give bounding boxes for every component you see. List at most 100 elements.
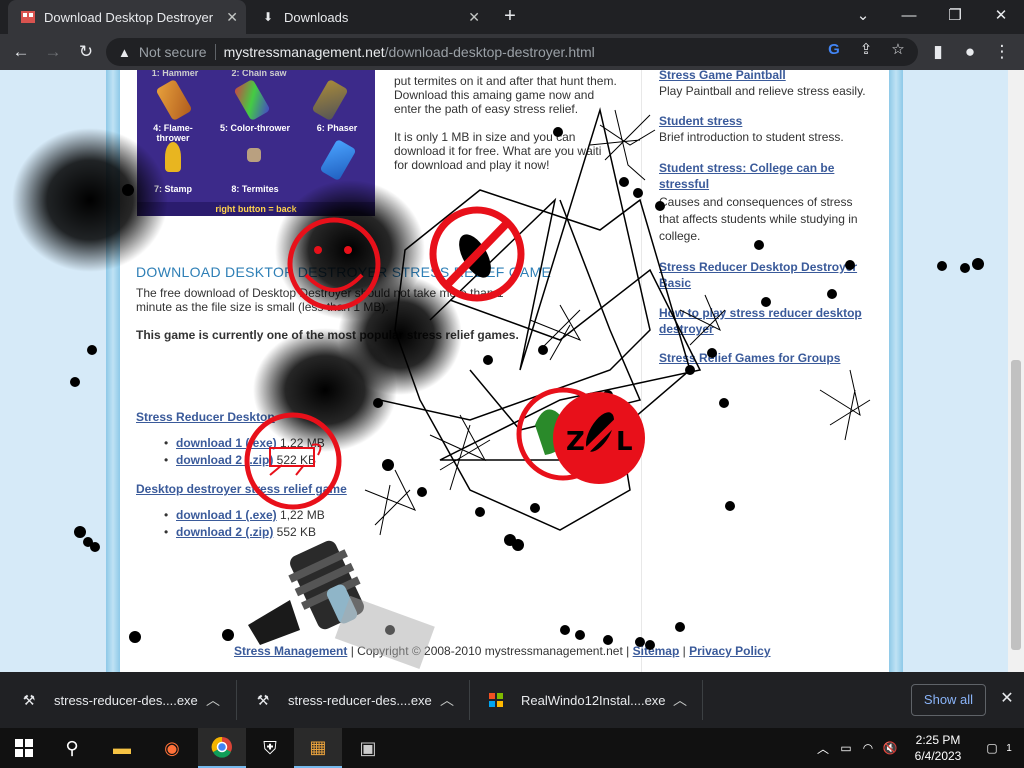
- download-item[interactable]: ⚒ stress-reducer-des....exe ︿: [254, 672, 454, 728]
- footer: Stress Management | Copyright © 2008-201…: [234, 644, 771, 658]
- download-link[interactable]: download 2 (.zip): [176, 525, 273, 539]
- profile-icon[interactable]: ●: [958, 40, 982, 64]
- notifications-icon[interactable]: ▢: [982, 728, 1002, 768]
- chevron-up-icon[interactable]: ︿: [206, 690, 220, 710]
- download-link[interactable]: download 1 (.exe): [176, 508, 277, 522]
- page-viewport: 1: Hammer 2: Chain saw 4: Flame-thrower …: [0, 70, 1024, 672]
- forward-icon[interactable]: →: [41, 40, 65, 64]
- network-icon[interactable]: ▭: [836, 728, 856, 768]
- download-divider: [236, 680, 237, 720]
- intro-line: enter the path of easy stress relief.: [394, 102, 579, 116]
- sidebar-desc: Brief introduction to student stress.: [659, 130, 844, 144]
- download-item[interactable]: ⚒ stress-reducer-des....exe ︿: [20, 672, 220, 728]
- sidebar-link[interactable]: Stress Relief Games for Groups: [659, 351, 874, 365]
- system-clock[interactable]: 2:25 PM 6/4/2023: [900, 732, 976, 764]
- windows-start-icon[interactable]: [0, 728, 48, 768]
- size-line: It is only 1 MB in size and you can: [394, 130, 576, 144]
- section2-title-link[interactable]: Desktop destroyer stress relief game: [136, 482, 347, 496]
- share-icon[interactable]: ⇪: [854, 38, 878, 62]
- show-hidden-icons-chevron-icon[interactable]: ︿: [812, 728, 834, 768]
- game-tool-label: 5: Color-thrower: [219, 123, 290, 133]
- reload-icon[interactable]: ↻: [74, 40, 98, 64]
- bookmark-star-icon[interactable]: ☆: [886, 38, 910, 62]
- restore-button[interactable]: ❐: [932, 0, 978, 34]
- sidebar-link[interactable]: Student stress: [659, 114, 874, 128]
- address-bar[interactable]: ▲ Not secure mystressmanagement.net/down…: [106, 38, 918, 66]
- sidebar-link[interactable]: Student stress: College can be stressful: [659, 160, 874, 192]
- footer-separator: |: [682, 644, 686, 658]
- footer-link-privacy[interactable]: Privacy Policy: [689, 644, 770, 658]
- menu-icon[interactable]: ⋮: [990, 40, 1014, 64]
- security-shield-icon[interactable]: ⛨: [246, 728, 294, 768]
- download-icon: ⬇: [262, 10, 274, 24]
- google-lens-icon[interactable]: G: [822, 38, 846, 62]
- tab-downloads[interactable]: ⬇ Downloads ✕: [248, 0, 488, 34]
- new-tab-button[interactable]: +: [498, 4, 522, 28]
- popular-text: This game is currently one of the most p…: [136, 328, 519, 342]
- close-tab-icon[interactable]: ✕: [226, 9, 238, 26]
- game-tool-label: 1: Hammer: [151, 70, 199, 78]
- scrollbar-thumb[interactable]: [1011, 360, 1021, 650]
- tab-download-desktop-destroyer[interactable]: Download Desktop Destroyer ✕: [8, 0, 246, 34]
- flame-thrower-icon: [155, 78, 193, 122]
- browser-toolbar: ← → ↻ ▲ Not secure mystressmanagement.ne…: [0, 34, 1024, 70]
- screenshot-app-icon[interactable]: ▣: [344, 728, 392, 768]
- page-frame-right: [889, 70, 903, 672]
- desktop-destroyer-app-icon[interactable]: ▦: [294, 728, 342, 768]
- download-link[interactable]: download 1 (.exe): [176, 436, 277, 450]
- download-list-item: download 1 (.exe) 1,22 MB: [164, 508, 325, 522]
- download-list-item: download 2 (.zip) 522 KB: [164, 453, 316, 467]
- wifi-icon[interactable]: ◠: [858, 728, 878, 768]
- close-tab-icon[interactable]: ✕: [468, 9, 480, 26]
- termites-icon: [247, 148, 261, 162]
- phaser-icon: [311, 78, 349, 122]
- download-filename: stress-reducer-des....exe: [54, 692, 198, 708]
- executable-icon: ⚒: [256, 691, 270, 708]
- volume-icon[interactable]: 🔇: [880, 728, 900, 768]
- url-path: /download-desktop-destroyer.html: [384, 44, 595, 60]
- url-host: mystressmanagement.net: [223, 44, 385, 60]
- firefox-icon[interactable]: ◉: [148, 728, 196, 768]
- side-panel-icon[interactable]: ▮: [926, 40, 950, 64]
- taskbar: ⚲ ▬ ◉ ⛨ ▦ ▣ ︿ ▭ ◠ 🔇 2:25 PM 6/4/2023 ▢ 1: [0, 728, 1024, 768]
- download-link[interactable]: download 2 (.zip): [176, 453, 273, 467]
- game-tool-label: 4: Flame-thrower: [153, 123, 193, 143]
- download-bar: ⚒ stress-reducer-des....exe ︿ ⚒ stress-r…: [0, 672, 1024, 728]
- footer-link-stress-management[interactable]: Stress Management: [234, 644, 347, 658]
- download-divider: [702, 680, 703, 720]
- omnibox-divider: [214, 44, 216, 60]
- sidebar-desc: Causes and consequences of stress that a…: [659, 195, 858, 243]
- file-explorer-icon[interactable]: ▬: [98, 728, 146, 768]
- sidebar-link[interactable]: Stress Reducer Desktop Destroyer Basic: [659, 259, 874, 291]
- show-all-button[interactable]: Show all: [911, 684, 986, 716]
- file-size: 552 KB: [276, 525, 317, 539]
- security-label[interactable]: Not secure: [139, 44, 207, 60]
- file-size: 1,22 MB: [280, 508, 325, 522]
- download-filename: RealWindo12Instal....exe: [521, 692, 666, 708]
- page-frame-left: [106, 70, 120, 672]
- download-divider: [469, 680, 470, 720]
- chrome-icon[interactable]: [198, 728, 246, 768]
- search-icon[interactable]: ⚲: [48, 728, 96, 768]
- site-favicon-icon: [20, 9, 36, 25]
- chevron-up-icon[interactable]: ︿: [440, 690, 454, 710]
- close-download-bar-icon[interactable]: ✕: [996, 688, 1018, 710]
- sidebar-link[interactable]: How to play stress reducer desktop destr…: [659, 305, 874, 337]
- chevron-up-icon[interactable]: ︿: [673, 690, 687, 710]
- game-tool-label: 2: Chain saw: [231, 70, 287, 78]
- intro-line: put termites on it and after that hunt t…: [394, 74, 617, 88]
- sidebar-link[interactable]: Stress Game Paintball: [659, 70, 874, 82]
- warning-icon[interactable]: ▲: [118, 45, 131, 60]
- executable-icon: ⚒: [22, 691, 36, 708]
- tab-title: Downloads: [284, 9, 349, 25]
- footer-link-sitemap[interactable]: Sitemap: [633, 644, 680, 658]
- minimize-button[interactable]: —: [886, 0, 932, 34]
- sidebar-desc: Play Paintball and relieve stress easily…: [659, 84, 866, 98]
- download-filename: stress-reducer-des....exe: [288, 692, 432, 708]
- section1-title-link[interactable]: Stress Reducer Desktop: [136, 410, 275, 424]
- download-list-item: download 2 (.zip) 552 KB: [164, 525, 317, 539]
- tab-search-icon[interactable]: ⌄: [840, 0, 886, 34]
- download-item[interactable]: RealWindo12Instal....exe ︿: [487, 672, 687, 728]
- back-icon[interactable]: ←: [9, 40, 33, 64]
- close-window-button[interactable]: ✕: [978, 0, 1024, 34]
